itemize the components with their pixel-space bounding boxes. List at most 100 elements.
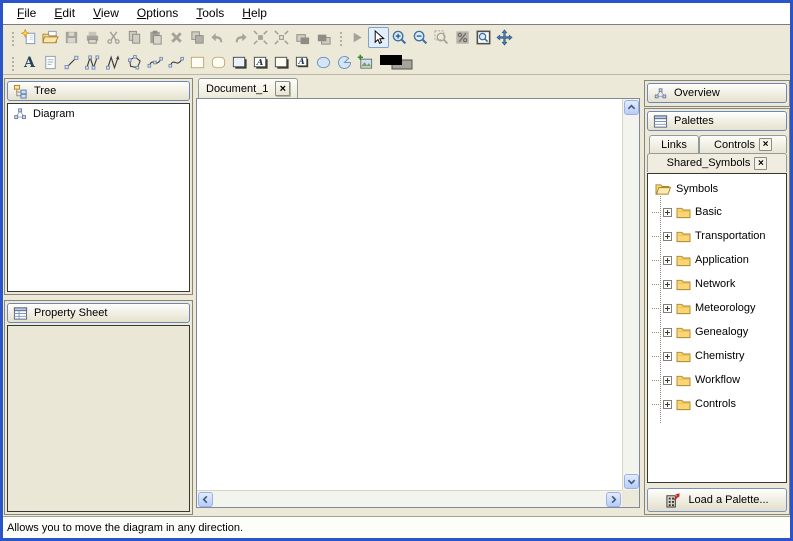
horizontal-scrollbar[interactable]	[197, 490, 622, 507]
expand-plus-icon[interactable]	[663, 232, 672, 241]
menu-help[interactable]: Help	[233, 3, 276, 24]
cut-button[interactable]	[103, 27, 124, 48]
main-area: Tree Diagram Property Sheet Document_1 ×	[3, 75, 790, 516]
expand-plus-icon[interactable]	[663, 352, 672, 361]
vertical-scrollbar[interactable]	[622, 99, 639, 490]
expand-plus-icon[interactable]	[663, 376, 672, 385]
property-sheet-header[interactable]: Property Sheet	[7, 303, 190, 323]
load-palette-button[interactable]: Load a Palette...	[647, 488, 787, 512]
palette-folder-network[interactable]: Network	[648, 272, 786, 296]
menu-file[interactable]: File	[8, 3, 45, 24]
print-button[interactable]	[82, 27, 103, 48]
group-button[interactable]	[250, 27, 271, 48]
expand-plus-icon[interactable]	[663, 256, 672, 265]
small-label-rectangle-tool-button[interactable]: A	[292, 52, 313, 73]
run-button[interactable]	[347, 27, 368, 48]
save-icon	[63, 29, 80, 46]
palette-tab-row-1: Links Controls ×	[647, 135, 787, 153]
zoom-out-button[interactable]	[410, 27, 431, 48]
copy-button[interactable]	[124, 27, 145, 48]
palette-folder-application[interactable]: Application	[648, 248, 786, 272]
zoom-window-button[interactable]	[473, 27, 494, 48]
select-tool-button[interactable]	[368, 27, 389, 48]
expand-plus-icon[interactable]	[663, 328, 672, 337]
zoom-in-button[interactable]	[389, 27, 410, 48]
palette-folder-controls[interactable]: Controls	[648, 392, 786, 416]
document-canvas[interactable]	[197, 99, 622, 490]
palettes-pane-header[interactable]: Palettes	[647, 111, 787, 131]
note-tool-button[interactable]	[40, 52, 61, 73]
rounded-rectangle-tool-button[interactable]	[208, 52, 229, 73]
expand-plus-icon[interactable]	[663, 280, 672, 289]
spline-tool-button[interactable]	[166, 52, 187, 73]
zoom-percent-icon	[454, 29, 471, 46]
bring-forward-button[interactable]	[292, 27, 313, 48]
palette-tab-strip: Links Controls × Shared_Symbols ×	[647, 135, 787, 171]
copy-icon	[126, 29, 143, 46]
ellipse-tool-button[interactable]	[313, 52, 334, 73]
run-icon	[349, 29, 366, 46]
palette-tab-close-icon[interactable]: ×	[759, 138, 772, 151]
save-button[interactable]	[61, 27, 82, 48]
redo-button[interactable]	[229, 27, 250, 48]
scroll-down-button[interactable]	[624, 474, 639, 489]
document-tab[interactable]: Document_1 ×	[198, 78, 298, 98]
palette-folder-meteorology[interactable]: Meteorology	[648, 296, 786, 320]
menu-tools[interactable]: Tools	[187, 3, 233, 24]
property-sheet-title: Property Sheet	[34, 307, 107, 319]
palette-folder-basic[interactable]: Basic	[648, 200, 786, 224]
zoom-percent-button[interactable]	[452, 27, 473, 48]
palette-tab-links[interactable]: Links	[649, 135, 699, 153]
color-swatches-button[interactable]	[376, 52, 422, 73]
polyline-tool-button[interactable]	[82, 52, 103, 73]
menu-options[interactable]: Options	[128, 3, 187, 24]
pan-tool-button[interactable]	[494, 27, 515, 48]
text-tool-button[interactable]: A	[19, 52, 40, 73]
open-document-button[interactable]	[40, 27, 61, 48]
curve-tool-button[interactable]	[145, 52, 166, 73]
menu-view[interactable]: View	[84, 3, 128, 24]
shadow-rectangle-tool-button[interactable]	[271, 52, 292, 73]
expand-plus-icon[interactable]	[663, 400, 672, 409]
scroll-left-button[interactable]	[198, 492, 213, 507]
palette-root-symbols[interactable]: Symbols	[648, 178, 786, 200]
new-document-button[interactable]	[19, 27, 40, 48]
arrow-polyline-tool-button[interactable]	[103, 52, 124, 73]
line-tool-button[interactable]	[61, 52, 82, 73]
send-backward-button[interactable]	[313, 27, 334, 48]
document-tab-close-icon[interactable]: ×	[275, 81, 290, 96]
menu-edit[interactable]: Edit	[45, 3, 84, 24]
label-rectangle-tool-button[interactable]: A	[250, 52, 271, 73]
zoom-area-button[interactable]	[431, 27, 452, 48]
scroll-right-button[interactable]	[606, 492, 621, 507]
palette-folder-workflow[interactable]: Workflow	[648, 368, 786, 392]
paste-button[interactable]	[145, 27, 166, 48]
palette-tab-close-icon[interactable]: ×	[754, 157, 767, 170]
arc-tool-button[interactable]	[334, 52, 355, 73]
toolbar-grip[interactable]	[10, 55, 15, 71]
image-tool-button[interactable]	[355, 52, 376, 73]
palette-folder-transportation[interactable]: Transportation	[648, 224, 786, 248]
palette-tab-shared-symbols[interactable]: Shared_Symbols ×	[647, 153, 787, 172]
tree-pane-header[interactable]: Tree	[7, 81, 190, 101]
tree-item-diagram[interactable]: Diagram	[8, 104, 189, 123]
scroll-up-button[interactable]	[624, 100, 639, 115]
polygon-tool-button[interactable]	[124, 52, 145, 73]
duplicate-button[interactable]	[187, 27, 208, 48]
ungroup-button[interactable]	[271, 27, 292, 48]
expand-plus-icon[interactable]	[663, 304, 672, 313]
palette-tab-controls[interactable]: Controls ×	[699, 135, 787, 153]
palette-folder-label: Transportation	[695, 230, 766, 242]
filled-rectangle-tool-button[interactable]	[229, 52, 250, 73]
palette-folder-chemistry[interactable]: Chemistry	[648, 344, 786, 368]
delete-button[interactable]	[166, 27, 187, 48]
text-tool-icon: A	[21, 54, 38, 71]
undo-button[interactable]	[208, 27, 229, 48]
folder-icon	[676, 278, 691, 291]
rectangle-tool-button[interactable]	[187, 52, 208, 73]
palette-folder-genealogy[interactable]: Genealogy	[648, 320, 786, 344]
expand-plus-icon[interactable]	[663, 208, 672, 217]
status-bar: Allows you to move the diagram in any di…	[3, 516, 790, 538]
toolbar-grip[interactable]	[10, 30, 15, 46]
overview-pane-header[interactable]: Overview	[647, 83, 787, 103]
